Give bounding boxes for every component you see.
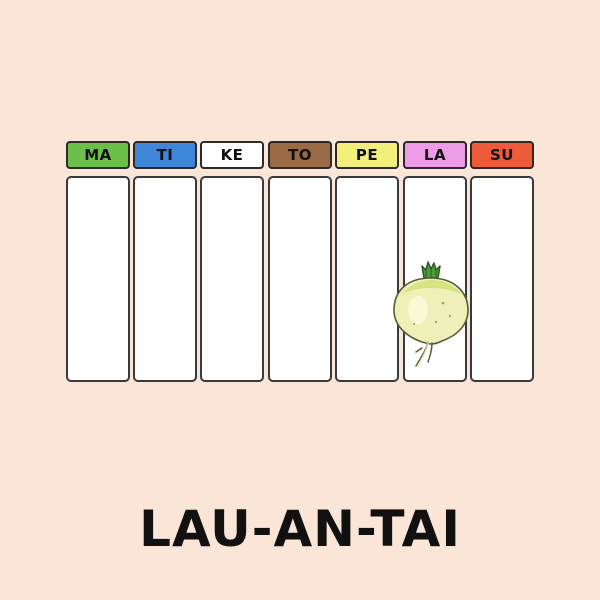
day-box-ti[interactable] xyxy=(133,176,197,382)
day-column-ma: MA xyxy=(66,141,130,382)
day-tab-pe: PE xyxy=(335,141,399,169)
day-tab-ke: KE xyxy=(200,141,264,169)
day-column-to: TO xyxy=(268,141,332,382)
day-box-su[interactable] xyxy=(470,176,534,382)
day-tab-ma: MA xyxy=(66,141,130,169)
day-column-ke: KE xyxy=(200,141,264,382)
day-box-to[interactable] xyxy=(268,176,332,382)
day-column-ti: TI xyxy=(133,141,197,382)
day-tab-su: SU xyxy=(470,141,534,169)
turnip-icon[interactable] xyxy=(388,258,474,370)
day-tab-la: LA xyxy=(403,141,467,169)
day-box-ma[interactable] xyxy=(66,176,130,382)
title: LAU-AN-TAI xyxy=(139,500,461,558)
day-box-ke[interactable] xyxy=(200,176,264,382)
day-column-su: SU xyxy=(470,141,534,382)
day-tab-to: TO xyxy=(268,141,332,169)
week-calendar: MA TI KE TO PE LA SU LAU-AN-TAI xyxy=(0,0,600,600)
day-tab-ti: TI xyxy=(133,141,197,169)
